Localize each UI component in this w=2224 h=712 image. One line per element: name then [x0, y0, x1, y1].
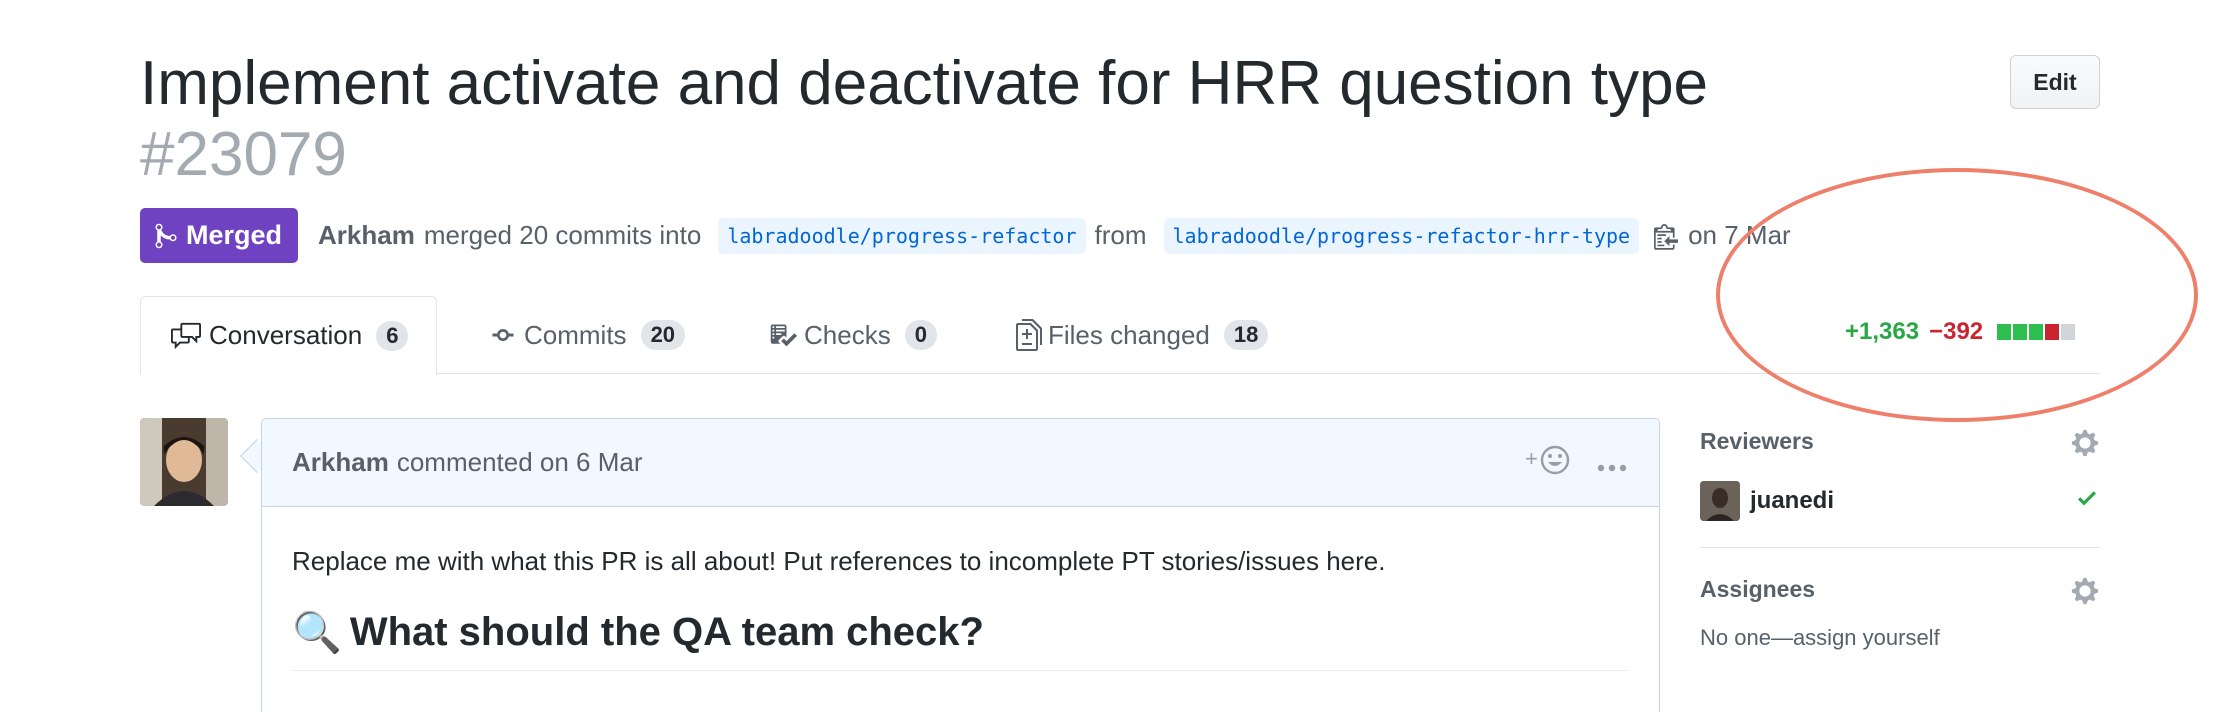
tab-commits[interactable]: Commits 20 [488, 296, 686, 374]
pr-meta: Merged Arkham merged 20 commits into lab… [140, 208, 1940, 263]
svg-text:+: + [1525, 446, 1538, 471]
pr-number: #23079 [140, 120, 347, 189]
tab-checks-count: 0 [904, 320, 937, 350]
merged-state-label: Merged [186, 220, 283, 250]
tab-commits-count: 20 [640, 320, 686, 350]
git-commit-icon [488, 323, 518, 347]
comment-box: Arkham commented on 6 Mar + Replace me w… [261, 418, 1660, 712]
comment-discussion-icon [169, 321, 203, 351]
tab-files-changed-label: Files changed [1048, 319, 1210, 350]
kebab-horizontal-icon[interactable] [1597, 448, 1627, 479]
clippy-icon[interactable] [1654, 221, 1679, 251]
head-branch[interactable]: labradoodle/progress-refactor-hrr-type [1163, 217, 1640, 254]
reviewers-heading[interactable]: Reviewers [1700, 428, 2100, 455]
gear-icon[interactable] [2070, 576, 2100, 611]
add-reaction-icon[interactable]: + [1525, 443, 1571, 484]
pull-request-page: Implement activate and deactivate for HR… [0, 0, 2224, 712]
comment-actions: + [1525, 419, 1627, 507]
merge-description: merged 20 commits into [423, 220, 702, 250]
comment-heading-text: What should the QA team check? [349, 610, 984, 654]
assign-yourself-link[interactable]: No one—assign yourself [1700, 625, 2100, 651]
pr-title-text: Implement activate and deactivate for HR… [140, 49, 1709, 118]
git-merge-icon [155, 223, 177, 248]
author-avatar-image [140, 418, 228, 506]
tab-checks[interactable]: Checks 0 [768, 296, 937, 374]
check-icon [2074, 486, 2100, 517]
tab-conversation[interactable]: Conversation 6 [140, 296, 438, 375]
assignees-heading[interactable]: Assignees [1700, 576, 2100, 603]
reviewers-section: Reviewers juanedi [1700, 428, 2100, 521]
merge-author-link[interactable]: Arkham [318, 220, 415, 251]
comment-author-link[interactable]: Arkham [292, 447, 389, 478]
tab-conversation-count: 6 [376, 320, 409, 351]
reviewer-item[interactable]: juanedi [1700, 481, 2100, 521]
comment-timestamp[interactable]: commented on 6 Mar [397, 447, 643, 478]
tab-conversation-label: Conversation [209, 320, 363, 350]
comment-header: Arkham commented on 6 Mar + [262, 419, 1659, 507]
sidebar-divider [1700, 547, 2100, 548]
comment-heading: 🔍 What should the QA team check? [292, 609, 1629, 671]
assignees-section: Assignees No one—assign yourself [1700, 576, 2100, 651]
tab-files-changed-count: 18 [1223, 320, 1269, 350]
avatar[interactable] [1700, 481, 1740, 521]
checklist-icon [768, 321, 798, 349]
pr-title: Implement activate and deactivate for HR… [140, 48, 1750, 190]
avatar[interactable] [140, 418, 228, 506]
tab-checks-label: Checks [804, 319, 891, 350]
magnifier-emoji-icon: 🔍 [292, 611, 342, 655]
base-branch[interactable]: labradoodle/progress-refactor [718, 217, 1086, 254]
comment-body-text: Replace me with what this PR is all abou… [292, 546, 1386, 576]
tab-files-changed[interactable]: Files changed 18 [1016, 296, 1269, 374]
merged-state-badge: Merged [140, 208, 299, 263]
edit-button[interactable]: Edit [2010, 55, 2100, 109]
comment-body: Replace me with what this PR is all abou… [262, 507, 1659, 671]
annotation-ellipse [1716, 168, 2198, 422]
from-text: from [1094, 220, 1147, 250]
gear-icon[interactable] [2070, 428, 2100, 463]
reviewer-name[interactable]: juanedi [1750, 487, 1834, 515]
file-diff-icon [1016, 319, 1042, 351]
tab-commits-label: Commits [524, 319, 627, 350]
pr-sidebar: Reviewers juanedi Assignees No one—assig… [1700, 428, 2100, 651]
